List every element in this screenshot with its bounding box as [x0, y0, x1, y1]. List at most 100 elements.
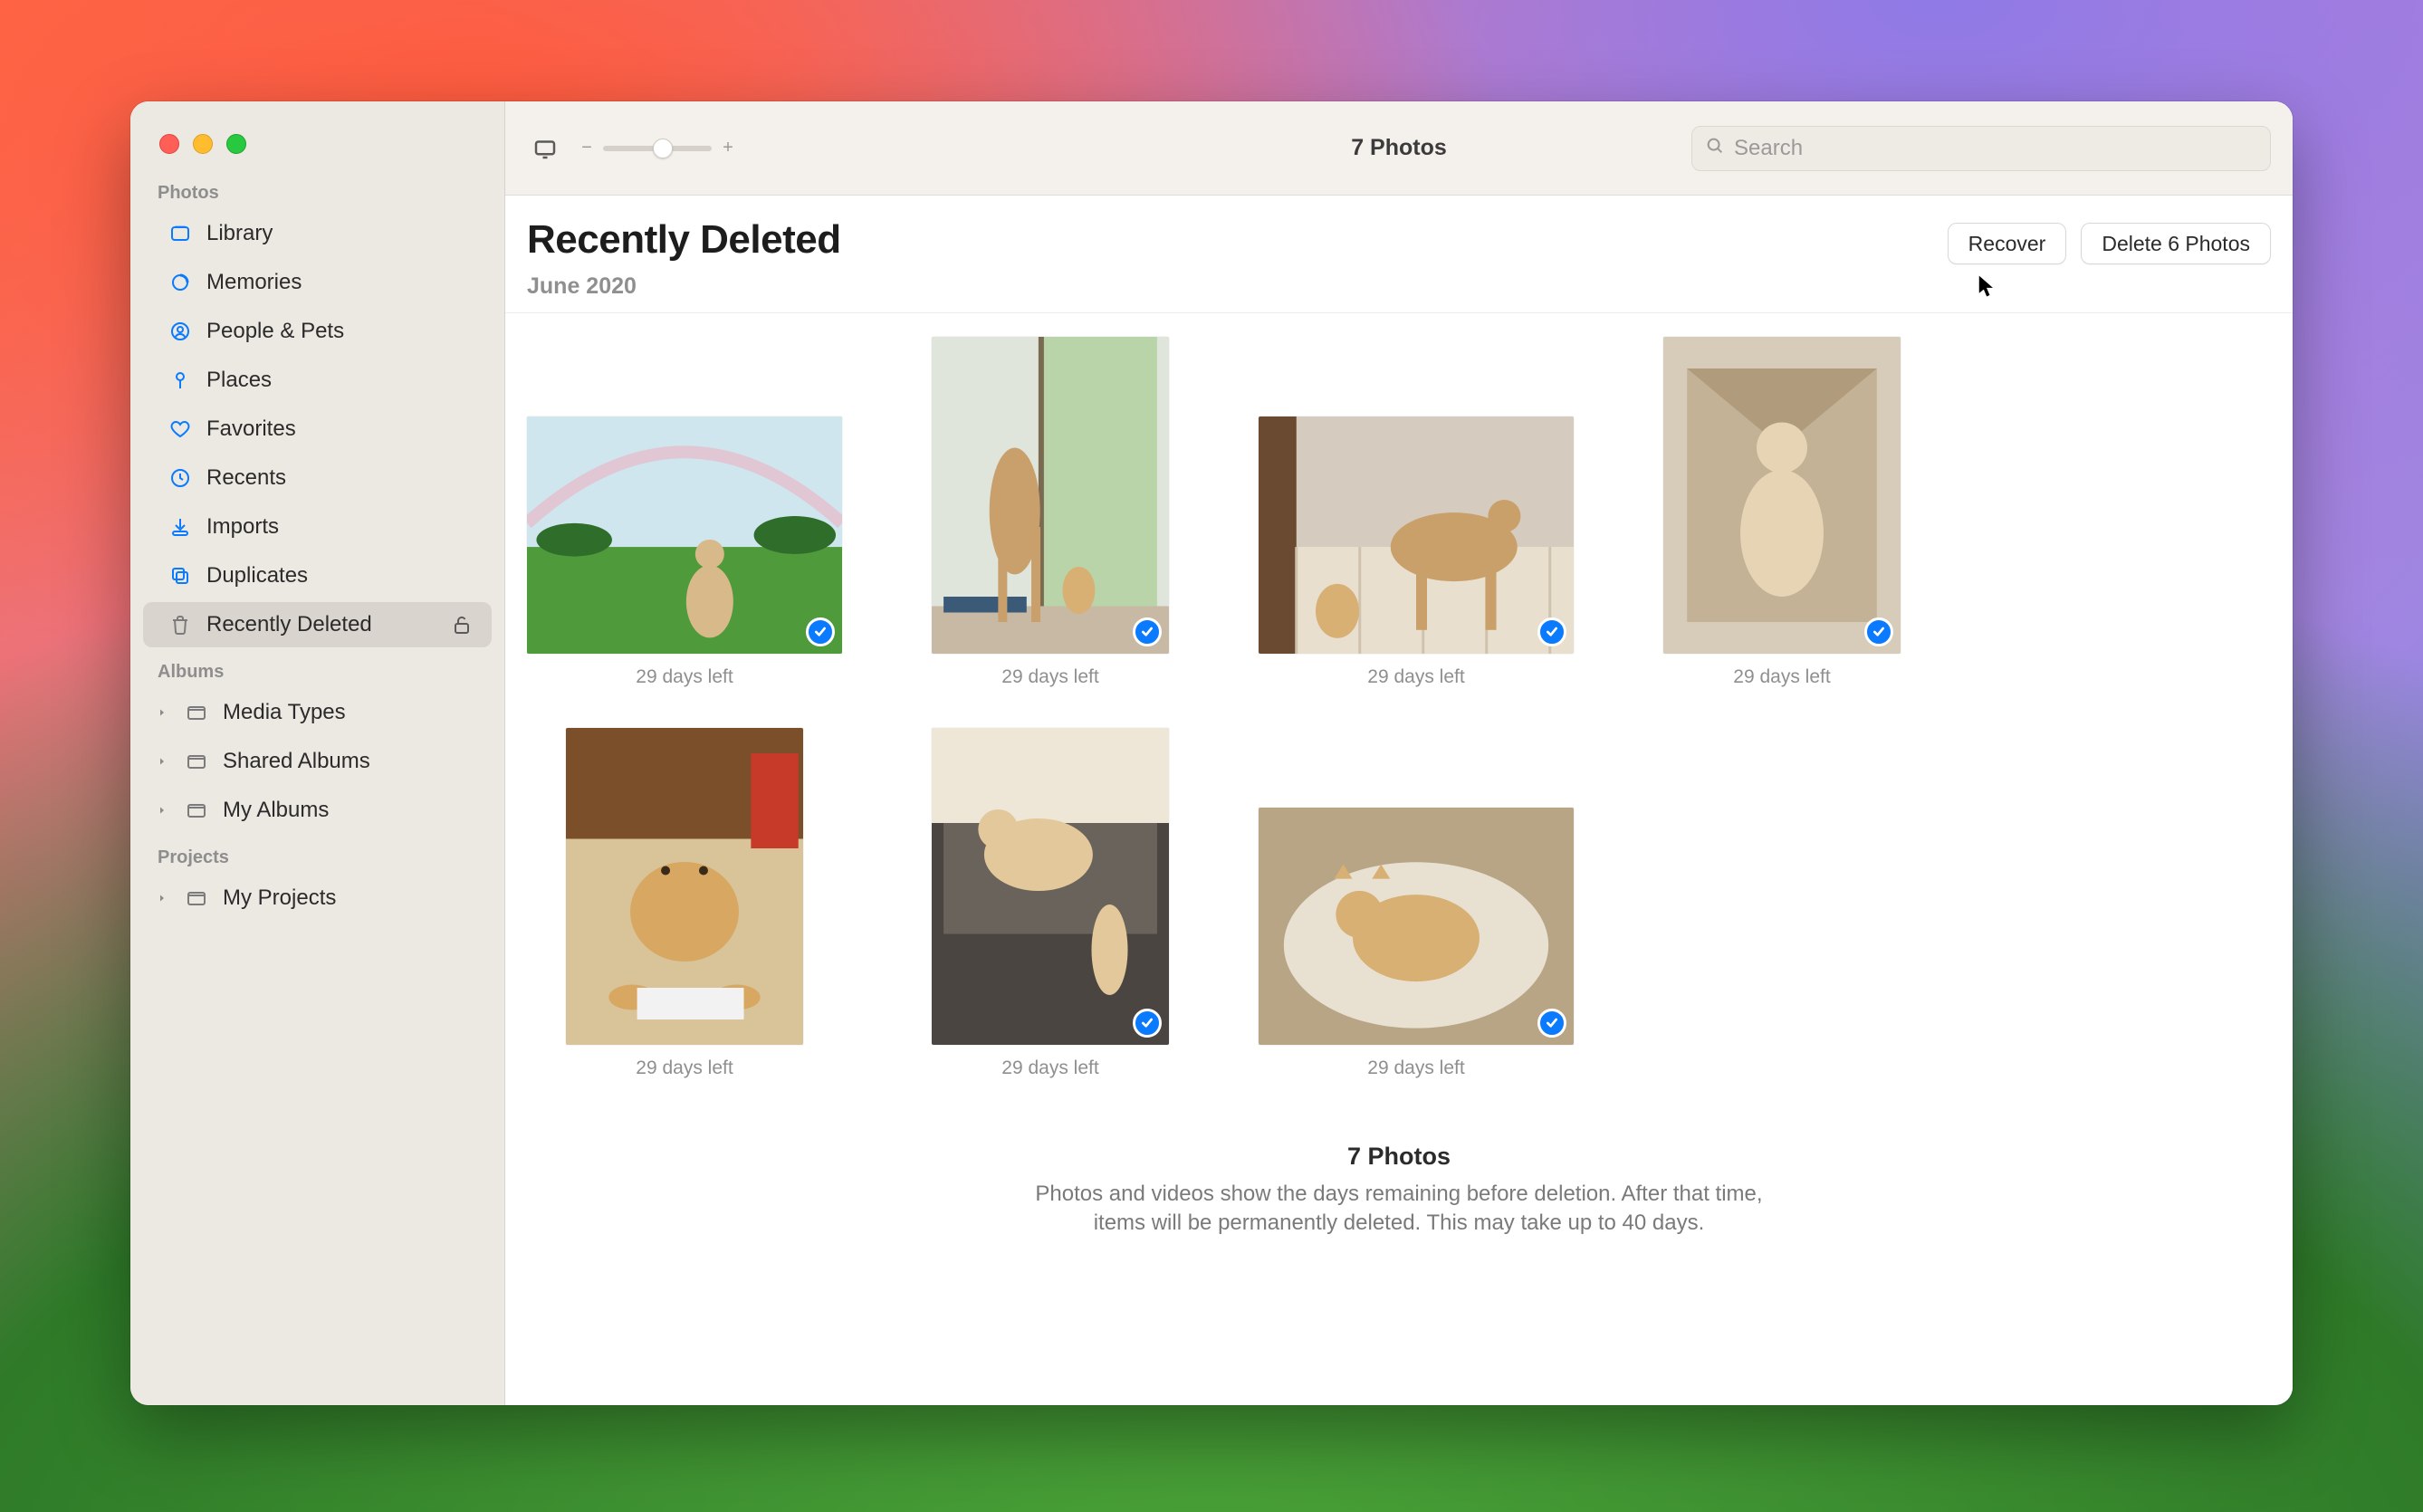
folder-icon: [185, 799, 208, 822]
sidebar-item-label: Library: [206, 221, 474, 246]
footer-info: 7 Photos Photos and videos show the days…: [991, 1097, 1806, 1275]
photo-thumbnail[interactable]: [932, 337, 1169, 654]
sidebar-item-people-pets[interactable]: People & Pets: [143, 309, 492, 354]
zoom-in-icon: +: [721, 138, 735, 158]
sidebar: Photos Library Memories People & Pets Pl…: [130, 101, 505, 1405]
footer-body: Photos and videos show the days remainin…: [1013, 1180, 1785, 1239]
content-header: Recently Deleted June 2020 Recover Delet…: [505, 196, 2293, 313]
photos-app-window: Photos Library Memories People & Pets Pl…: [130, 101, 2293, 1405]
sidebar-section-albums: Albums: [130, 649, 504, 688]
sidebar-item-label: My Albums: [223, 798, 474, 823]
sidebar-item-recently-deleted[interactable]: Recently Deleted: [143, 602, 492, 647]
people-icon: [168, 320, 192, 343]
heart-icon: [168, 417, 192, 441]
sidebar-item-my-albums[interactable]: My Albums: [143, 788, 492, 833]
days-left-label: 29 days left: [1001, 666, 1098, 688]
sidebar-item-label: Duplicates: [206, 563, 474, 589]
photo-thumbnail[interactable]: [1663, 337, 1901, 654]
sidebar-item-label: Recently Deleted: [206, 612, 436, 637]
slider-track[interactable]: [603, 146, 712, 151]
close-window-button[interactable]: [159, 134, 179, 154]
main-panel: − + 7 Photos Recently Deleted June 2020 …: [505, 101, 2293, 1405]
photo-cell: 29 days left: [1624, 337, 1939, 688]
folder-icon: [185, 750, 208, 773]
sidebar-item-label: Media Types: [223, 700, 474, 725]
selection-check-icon: [1133, 1009, 1162, 1038]
sidebar-item-label: People & Pets: [206, 319, 474, 344]
pin-icon: [168, 368, 192, 392]
content-scroll[interactable]: 29 days left 29 days left 29 days left 29 d…: [505, 313, 2293, 1405]
page-subtitle: June 2020: [527, 273, 1948, 300]
clock-icon: [168, 466, 192, 490]
search-field[interactable]: [1691, 126, 2271, 171]
footer-title: 7 Photos: [1013, 1143, 1785, 1171]
recover-button[interactable]: Recover: [1948, 223, 2067, 264]
sidebar-section-photos: Photos: [130, 170, 504, 209]
photo-thumbnail[interactable]: [1259, 416, 1574, 654]
search-input[interactable]: [1734, 136, 2257, 161]
delete-button[interactable]: Delete 6 Photos: [2081, 223, 2271, 264]
photo-grid: 29 days left 29 days left 29 days left 29 d…: [505, 313, 2293, 1097]
photo-thumbnail[interactable]: [1259, 808, 1574, 1045]
photo-cell: 29 days left: [527, 728, 842, 1079]
slider-thumb[interactable]: [653, 139, 673, 158]
sidebar-item-favorites[interactable]: Favorites: [143, 407, 492, 452]
sidebar-section-projects: Projects: [130, 835, 504, 874]
photo-thumbnail[interactable]: [566, 728, 803, 1045]
unlock-icon: [450, 613, 474, 636]
fullscreen-window-button[interactable]: [226, 134, 246, 154]
minimize-window-button[interactable]: [193, 134, 213, 154]
toolbar-title: 7 Photos: [1351, 135, 1447, 161]
photo-cell: 29 days left: [893, 728, 1208, 1079]
photo-thumbnail[interactable]: [527, 416, 842, 654]
folder-icon: [185, 886, 208, 910]
search-icon: [1705, 136, 1725, 160]
folder-icon: [185, 701, 208, 724]
sidebar-item-label: Recents: [206, 465, 474, 491]
days-left-label: 29 days left: [636, 666, 733, 688]
sidebar-item-places[interactable]: Places: [143, 358, 492, 403]
sidebar-item-label: Shared Albums: [223, 749, 474, 774]
zoom-out-icon: −: [579, 138, 594, 158]
duplicates-icon: [168, 564, 192, 588]
chevron-right-icon: [154, 805, 170, 816]
sidebar-item-label: Favorites: [206, 416, 474, 442]
sidebar-item-label: Places: [206, 368, 474, 393]
sidebar-item-media-types[interactable]: Media Types: [143, 690, 492, 735]
chevron-right-icon: [154, 707, 170, 718]
memories-icon: [168, 271, 192, 294]
photo-cell: 29 days left: [1259, 416, 1574, 688]
photo-cell: 29 days left: [527, 416, 842, 688]
sidebar-item-label: Memories: [206, 270, 474, 295]
selection-check-icon: [806, 617, 835, 646]
sidebar-item-recents[interactable]: Recents: [143, 455, 492, 501]
days-left-label: 29 days left: [1367, 1057, 1464, 1079]
sidebar-item-my-projects[interactable]: My Projects: [143, 876, 492, 921]
days-left-label: 29 days left: [1367, 666, 1464, 688]
photo-cell: 29 days left: [1259, 808, 1574, 1079]
header-actions: Recover Delete 6 Photos: [1948, 217, 2271, 264]
days-left-label: 29 days left: [1001, 1057, 1098, 1079]
sidebar-item-library[interactable]: Library: [143, 211, 492, 256]
trash-icon: [168, 613, 192, 636]
sidebar-item-duplicates[interactable]: Duplicates: [143, 553, 492, 598]
sidebar-item-memories[interactable]: Memories: [143, 260, 492, 305]
photo-thumbnail[interactable]: [932, 728, 1169, 1045]
page-title: Recently Deleted: [527, 217, 1948, 263]
days-left-label: 29 days left: [636, 1057, 733, 1079]
window-controls: [130, 112, 504, 170]
days-left-label: 29 days left: [1733, 666, 1830, 688]
selection-check-icon: [1864, 617, 1893, 646]
library-icon: [168, 222, 192, 245]
sidebar-item-imports[interactable]: Imports: [143, 504, 492, 550]
selection-check-icon: [1537, 1009, 1566, 1038]
aspect-toggle-button[interactable]: [527, 130, 563, 167]
selection-check-icon: [1537, 617, 1566, 646]
sidebar-item-shared-albums[interactable]: Shared Albums: [143, 739, 492, 784]
toolbar: − + 7 Photos: [505, 101, 2293, 196]
chevron-right-icon: [154, 893, 170, 904]
download-icon: [168, 515, 192, 539]
sidebar-item-label: Imports: [206, 514, 474, 540]
selection-check-icon: [1133, 617, 1162, 646]
zoom-slider[interactable]: − +: [579, 138, 735, 158]
